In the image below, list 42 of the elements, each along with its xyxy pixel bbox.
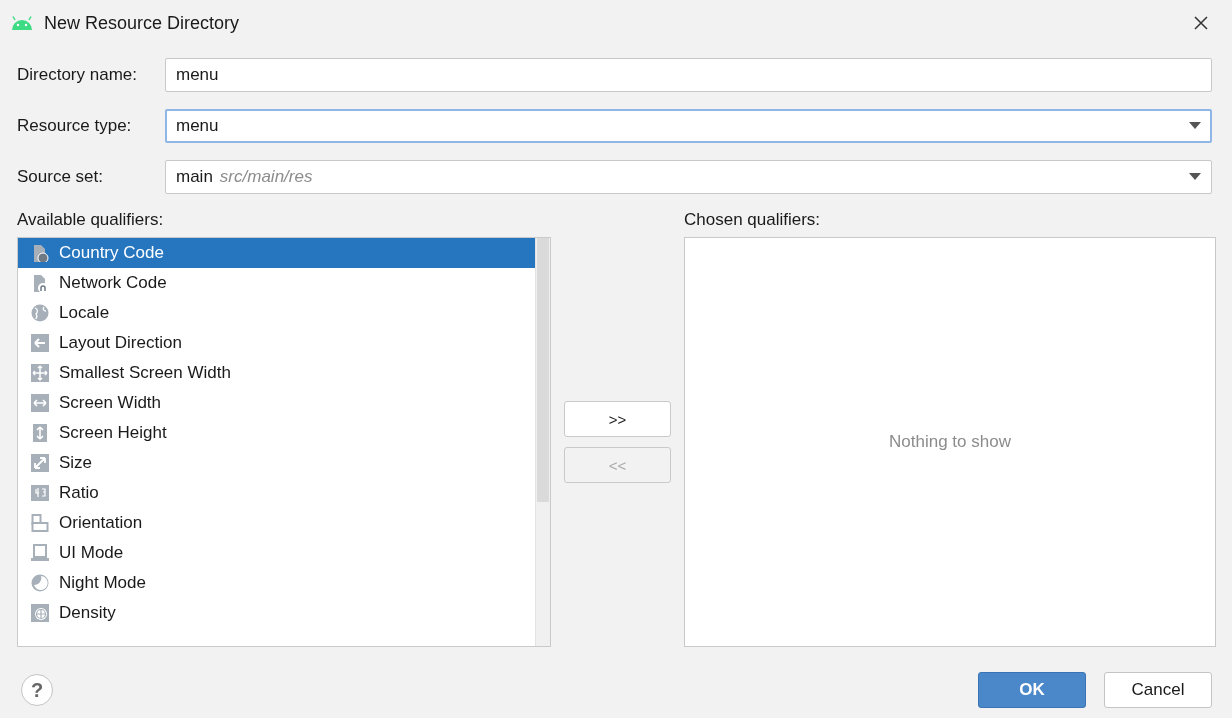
four-way-arrow-icon bbox=[31, 364, 49, 382]
field-label: Source set: bbox=[17, 167, 104, 187]
qualifier-item[interactable]: Screen Height bbox=[18, 418, 535, 448]
field-label: Directory name: bbox=[17, 65, 138, 85]
caret-icon bbox=[1189, 122, 1201, 130]
dropdown-field[interactable]: menu bbox=[165, 109, 1212, 143]
help-button[interactable]: ? bbox=[21, 674, 53, 706]
cancel-button[interactable]: Cancel bbox=[1104, 672, 1212, 708]
orientation-icon bbox=[31, 514, 49, 532]
qualifier-item[interactable]: Ratio bbox=[18, 478, 535, 508]
scrollbar[interactable] bbox=[535, 238, 550, 646]
list-label: Chosen qualifiers: bbox=[684, 210, 822, 231]
android-logo-icon bbox=[10, 16, 34, 30]
qualifier-item[interactable]: UI Mode bbox=[18, 538, 535, 568]
qualifier-item[interactable]: Orientation bbox=[18, 508, 535, 538]
qualifier-item[interactable]: Smallest Screen Width bbox=[18, 358, 535, 388]
window-title: New Resource Directory bbox=[44, 12, 240, 34]
globe-icon bbox=[31, 304, 49, 322]
qualifier-item[interactable]: Size bbox=[18, 448, 535, 478]
qualifier-item[interactable]: Layout Direction bbox=[18, 328, 535, 358]
qualifier-item[interactable]: Country Code bbox=[18, 238, 535, 268]
density-icon bbox=[31, 604, 49, 622]
qualifier-item[interactable]: Screen Width bbox=[18, 388, 535, 418]
input-field[interactable]: menu bbox=[165, 58, 1212, 92]
field-label: Resource type: bbox=[17, 116, 133, 136]
qualifier-item[interactable]: Network Code bbox=[18, 268, 535, 298]
ok-button[interactable]: OK bbox=[978, 672, 1086, 708]
moon-icon bbox=[31, 574, 49, 592]
close-icon[interactable] bbox=[1194, 16, 1208, 30]
caret-icon bbox=[1189, 173, 1201, 181]
move-button[interactable]: >> bbox=[564, 401, 671, 437]
qualifier-item[interactable]: Night Mode bbox=[18, 568, 535, 598]
qualifier-item[interactable]: Density bbox=[18, 598, 535, 628]
ratio-icon bbox=[31, 484, 49, 502]
sim-card-globe-icon bbox=[31, 244, 49, 262]
laptop-icon bbox=[31, 544, 49, 562]
sim-card-signal-icon bbox=[31, 274, 49, 292]
dropdown-field[interactable]: main src/main/res bbox=[165, 160, 1212, 194]
list-label: Available qualifiers: bbox=[17, 210, 165, 231]
empty-message: Nothing to show bbox=[889, 432, 1011, 452]
diagonal-arrow-icon bbox=[31, 454, 49, 472]
qualifier-item[interactable]: Locale bbox=[18, 298, 535, 328]
